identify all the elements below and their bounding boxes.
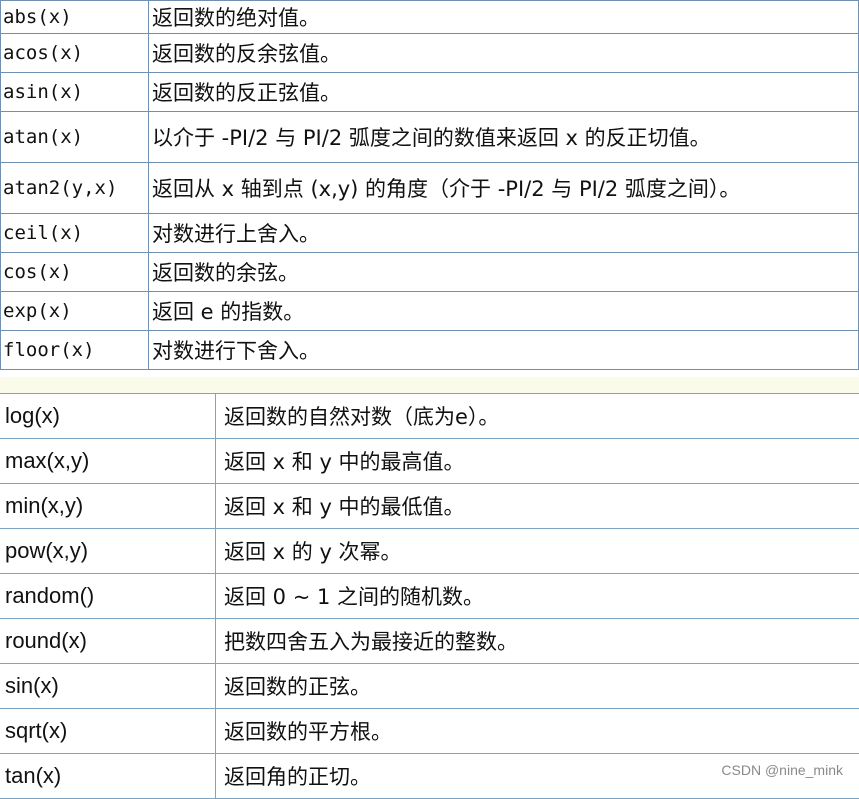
function-description: 返回数的自然对数（底为e）。 (216, 394, 859, 439)
function-description: 返回从 x 轴到点 (x,y) 的角度（介于 -PI/2 与 PI/2 弧度之间… (149, 163, 859, 214)
function-name: min(x,y) (0, 484, 216, 529)
function-description: 以介于 -PI/2 与 PI/2 弧度之间的数值来返回 x 的反正切值。 (149, 112, 859, 163)
table-row: atan2(y,x) 返回从 x 轴到点 (x,y) 的角度（介于 -PI/2 … (1, 163, 859, 214)
table-row: acos(x) 返回数的反余弦值。 (1, 34, 859, 73)
separator-strip (0, 377, 859, 393)
function-name: ceil(x) (1, 214, 149, 253)
table-row: sqrt(x) 返回数的平方根。 (0, 709, 859, 754)
function-description: 返回 x 和 y 中的最低值。 (216, 484, 859, 529)
table-row: pow(x,y) 返回 x 的 y 次幂。 (0, 529, 859, 574)
function-description: 对数进行下舍入。 (149, 331, 859, 370)
function-description: 返回 x 的 y 次幂。 (216, 529, 859, 574)
function-description: 返回数的正弦。 (216, 664, 859, 709)
function-name: log(x) (0, 394, 216, 439)
math-functions-table-1: abs(x) 返回数的绝对值。 acos(x) 返回数的反余弦值。 asin(x… (0, 0, 859, 370)
function-name: acos(x) (1, 34, 149, 73)
function-description: 返回数的余弦。 (149, 253, 859, 292)
function-name: floor(x) (1, 331, 149, 370)
function-name: atan2(y,x) (1, 163, 149, 214)
table-row: sin(x) 返回数的正弦。 (0, 664, 859, 709)
function-name: asin(x) (1, 73, 149, 112)
function-description: 返回 e 的指数。 (149, 292, 859, 331)
function-description: 返回数的平方根。 (216, 709, 859, 754)
table-row: log(x) 返回数的自然对数（底为e）。 (0, 394, 859, 439)
function-name: round(x) (0, 619, 216, 664)
function-name: sqrt(x) (0, 709, 216, 754)
table-row: exp(x) 返回 e 的指数。 (1, 292, 859, 331)
function-name: atan(x) (1, 112, 149, 163)
table-row: abs(x) 返回数的绝对值。 (1, 1, 859, 34)
table-row: floor(x) 对数进行下舍入。 (1, 331, 859, 370)
function-name: tan(x) (0, 754, 216, 799)
function-description: 返回数的反正弦值。 (149, 73, 859, 112)
function-name: cos(x) (1, 253, 149, 292)
function-name: random() (0, 574, 216, 619)
table-row: random() 返回 0 ~ 1 之间的随机数。 (0, 574, 859, 619)
function-description: 返回数的绝对值。 (149, 1, 859, 34)
function-name: pow(x,y) (0, 529, 216, 574)
function-description: 返回数的反余弦值。 (149, 34, 859, 73)
table-row: round(x) 把数四舍五入为最接近的整数。 (0, 619, 859, 664)
table-row: max(x,y) 返回 x 和 y 中的最高值。 (0, 439, 859, 484)
math-functions-table-2: log(x) 返回数的自然对数（底为e）。 max(x,y) 返回 x 和 y … (0, 393, 859, 799)
table-row: cos(x) 返回数的余弦。 (1, 253, 859, 292)
function-description: 把数四舍五入为最接近的整数。 (216, 619, 859, 664)
table-row: asin(x) 返回数的反正弦值。 (1, 73, 859, 112)
function-name: exp(x) (1, 292, 149, 331)
function-description: 返回 x 和 y 中的最高值。 (216, 439, 859, 484)
function-description: 返回 0 ~ 1 之间的随机数。 (216, 574, 859, 619)
function-name: max(x,y) (0, 439, 216, 484)
watermark: CSDN @nine_mink (721, 762, 843, 778)
table-row: ceil(x) 对数进行上舍入。 (1, 214, 859, 253)
table-row: min(x,y) 返回 x 和 y 中的最低值。 (0, 484, 859, 529)
function-name: abs(x) (1, 1, 149, 34)
function-description: 对数进行上舍入。 (149, 214, 859, 253)
function-name: sin(x) (0, 664, 216, 709)
table-row: atan(x) 以介于 -PI/2 与 PI/2 弧度之间的数值来返回 x 的反… (1, 112, 859, 163)
